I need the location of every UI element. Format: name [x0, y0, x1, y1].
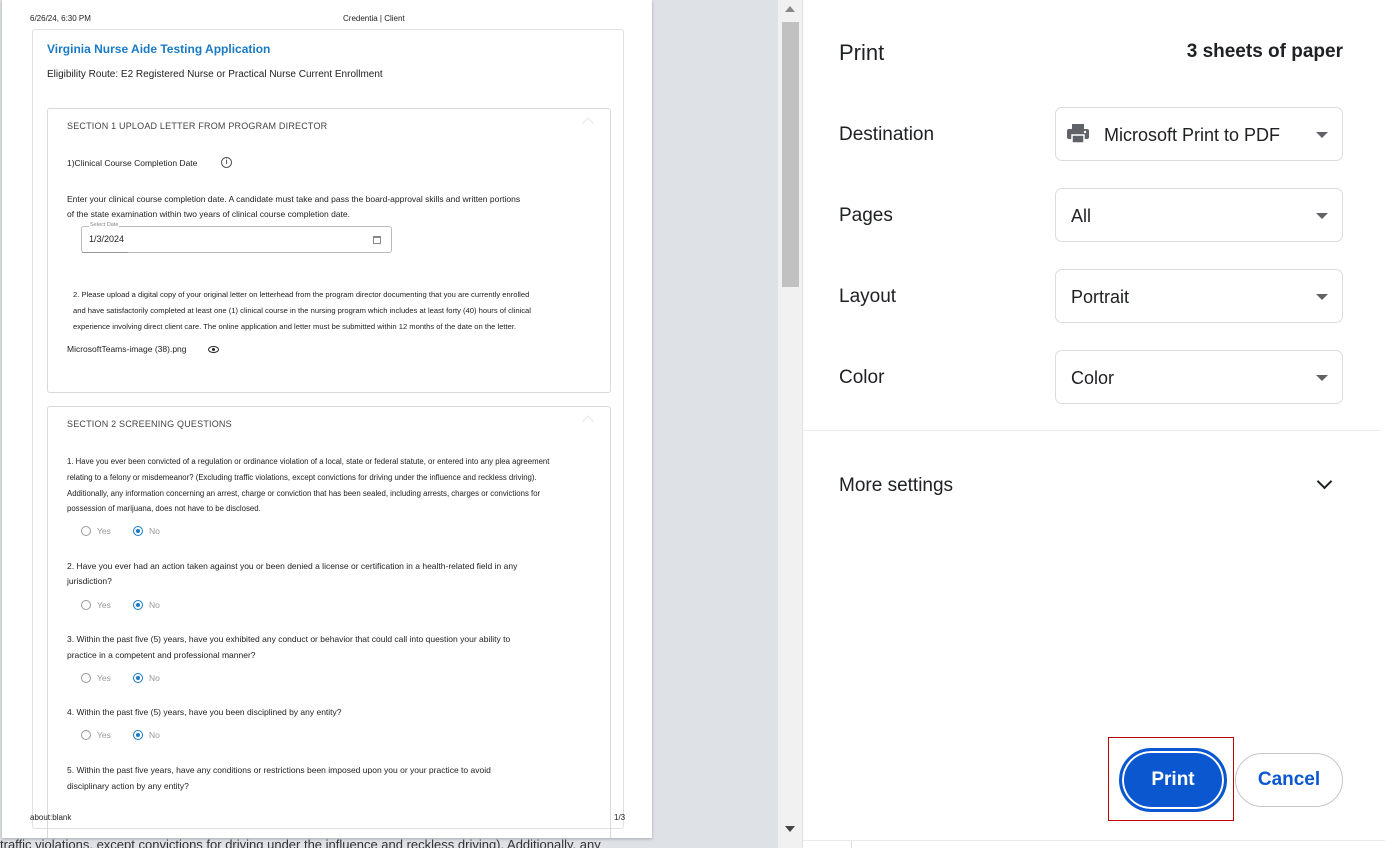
- calendar-icon: [373, 236, 381, 244]
- print-dialog-title: Print: [839, 40, 885, 65]
- date-field-label: Select Date: [89, 222, 120, 228]
- section-screening-questions: SECTION 2 SCREENING QUESTIONS 1. Have yo…: [47, 406, 611, 838]
- radio-no-selected: [133, 673, 143, 683]
- scroll-up-arrow-icon[interactable]: [785, 6, 795, 12]
- pages-label: Pages: [839, 205, 893, 226]
- page-header-title: Credentia | Client: [343, 14, 405, 23]
- radio-yes-label: Yes: [97, 730, 111, 740]
- destination-label: Destination: [839, 124, 935, 145]
- upload-instructions-1: 2. Please upload a digital copy of your …: [73, 290, 530, 299]
- completion-date-field: Select Date 1/3/2024: [81, 222, 392, 253]
- collapse-chevron-icon: [582, 415, 594, 427]
- radio-no-selected: [133, 526, 143, 536]
- radio-yes: [81, 600, 91, 610]
- color-value: Color: [1071, 368, 1115, 388]
- bottom-strip: [803, 840, 1385, 848]
- radio-no-selected: [133, 600, 143, 610]
- chevron-down-icon: [1316, 213, 1328, 219]
- panel-divider: [803, 430, 1381, 431]
- eligibility-route: Eligibility Route: E2 Registered Nurse o…: [47, 69, 383, 80]
- screening-q1-line2: relating to a felony or misdemeanor? (Ex…: [67, 473, 537, 482]
- date-field-value: 1/3/2024: [89, 234, 125, 244]
- screening-q3-line1: 3. Within the past five (5) years, have …: [67, 634, 511, 644]
- screening-q3-line2: practice in a competent and professional…: [67, 650, 256, 660]
- destination-select[interactable]: Microsoft Print to PDF: [1055, 107, 1343, 161]
- screening-q2-line2: jurisdiction?: [67, 576, 112, 586]
- layout-select[interactable]: Portrait: [1055, 269, 1343, 323]
- scroll-down-arrow-icon[interactable]: [785, 826, 795, 832]
- chevron-down-icon[interactable]: [1316, 473, 1333, 490]
- screening-q1-line1: 1. Have you ever been convicted of a reg…: [67, 457, 550, 466]
- page-footer-url: about:blank: [30, 813, 72, 822]
- chevron-down-icon: [1316, 375, 1328, 381]
- date-field-underline: [82, 252, 128, 253]
- print-preview-area[interactable]: 6/26/24, 6:30 PM Credentia | Client Virg…: [0, 0, 803, 848]
- radio-yes: [81, 526, 91, 536]
- eye-icon: [208, 346, 219, 353]
- color-label: Color: [839, 367, 885, 388]
- more-settings-toggle[interactable]: More settings: [839, 475, 953, 497]
- page-header-datetime: 6/26/24, 6:30 PM: [30, 14, 91, 23]
- print-button[interactable]: Print: [1119, 748, 1227, 812]
- pages-value: All: [1071, 206, 1092, 226]
- chevron-down-icon: [1316, 294, 1328, 300]
- print-settings-panel: Print 3 sheets of paper Destination Micr…: [803, 0, 1385, 848]
- radio-no-label: No: [149, 600, 160, 610]
- underlying-page-text: traffic violations, except convictions f…: [0, 838, 601, 848]
- preview-scrollbar[interactable]: [778, 0, 802, 848]
- color-select[interactable]: Color: [1055, 350, 1343, 404]
- sheet-count: 3 sheets of paper: [1186, 41, 1343, 62]
- screening-q5-line2: disciplinary action by any entity?: [67, 781, 189, 791]
- layout-label: Layout: [839, 286, 897, 307]
- radio-no-label: No: [149, 526, 160, 536]
- upload-instructions-3: experience involving direct client care.…: [73, 322, 517, 331]
- radio-yes: [81, 673, 91, 683]
- layout-value: Portrait: [1071, 287, 1130, 307]
- strip-divider: [851, 841, 852, 848]
- radio-no-label: No: [149, 673, 160, 683]
- scrollbar-thumb[interactable]: [782, 22, 799, 287]
- section-2-title: SECTION 2 SCREENING QUESTIONS: [67, 419, 232, 429]
- screening-q1-line3: Additionally, any information concerning…: [67, 489, 541, 498]
- radio-yes: [81, 730, 91, 740]
- clinical-date-description-1: Enter your clinical course completion da…: [67, 194, 521, 204]
- screening-q1-line4: possession of marijuana, does not have t…: [67, 504, 261, 513]
- uploaded-file-name: MicrosoftTeams-image (38).png: [67, 344, 187, 354]
- pages-select[interactable]: All: [1055, 188, 1343, 242]
- destination-value: Microsoft Print to PDF: [1104, 125, 1281, 145]
- application-title: Virginia Nurse Aide Testing Application: [47, 42, 271, 56]
- upload-instructions-2: and have satisfactorily completed at lea…: [73, 306, 531, 315]
- radio-no-selected: [133, 730, 143, 740]
- clinical-date-label: 1)Clinical Course Completion Date: [67, 158, 198, 168]
- cancel-button[interactable]: Cancel: [1235, 753, 1343, 807]
- clinical-date-description-2: of the state examination within two year…: [67, 209, 351, 219]
- collapse-chevron-icon: [582, 117, 594, 129]
- printer-icon: [1067, 124, 1089, 144]
- radio-yes-label: Yes: [97, 526, 111, 536]
- radio-yes-label: Yes: [97, 673, 111, 683]
- section-upload-letter: SECTION 1 UPLOAD LETTER FROM PROGRAM DIR…: [47, 108, 611, 393]
- screening-q2-line1: 2. Have you ever had an action taken aga…: [67, 561, 518, 571]
- application-form-card: Virginia Nurse Aide Testing Application …: [32, 29, 624, 838]
- preview-page: 6/26/24, 6:30 PM Credentia | Client Virg…: [2, 0, 652, 838]
- chevron-down-icon: [1316, 132, 1328, 138]
- section-1-title: SECTION 1 UPLOAD LETTER FROM PROGRAM DIR…: [67, 121, 328, 131]
- page-footer-number: 1/3: [614, 813, 626, 822]
- radio-no-label: No: [149, 730, 160, 740]
- radio-yes-label: Yes: [97, 600, 111, 610]
- screening-q5-line1: 5. Within the past five years, have any …: [67, 765, 491, 775]
- screening-q4-line1: 4. Within the past five (5) years, have …: [67, 707, 342, 717]
- info-icon: i: [221, 157, 232, 168]
